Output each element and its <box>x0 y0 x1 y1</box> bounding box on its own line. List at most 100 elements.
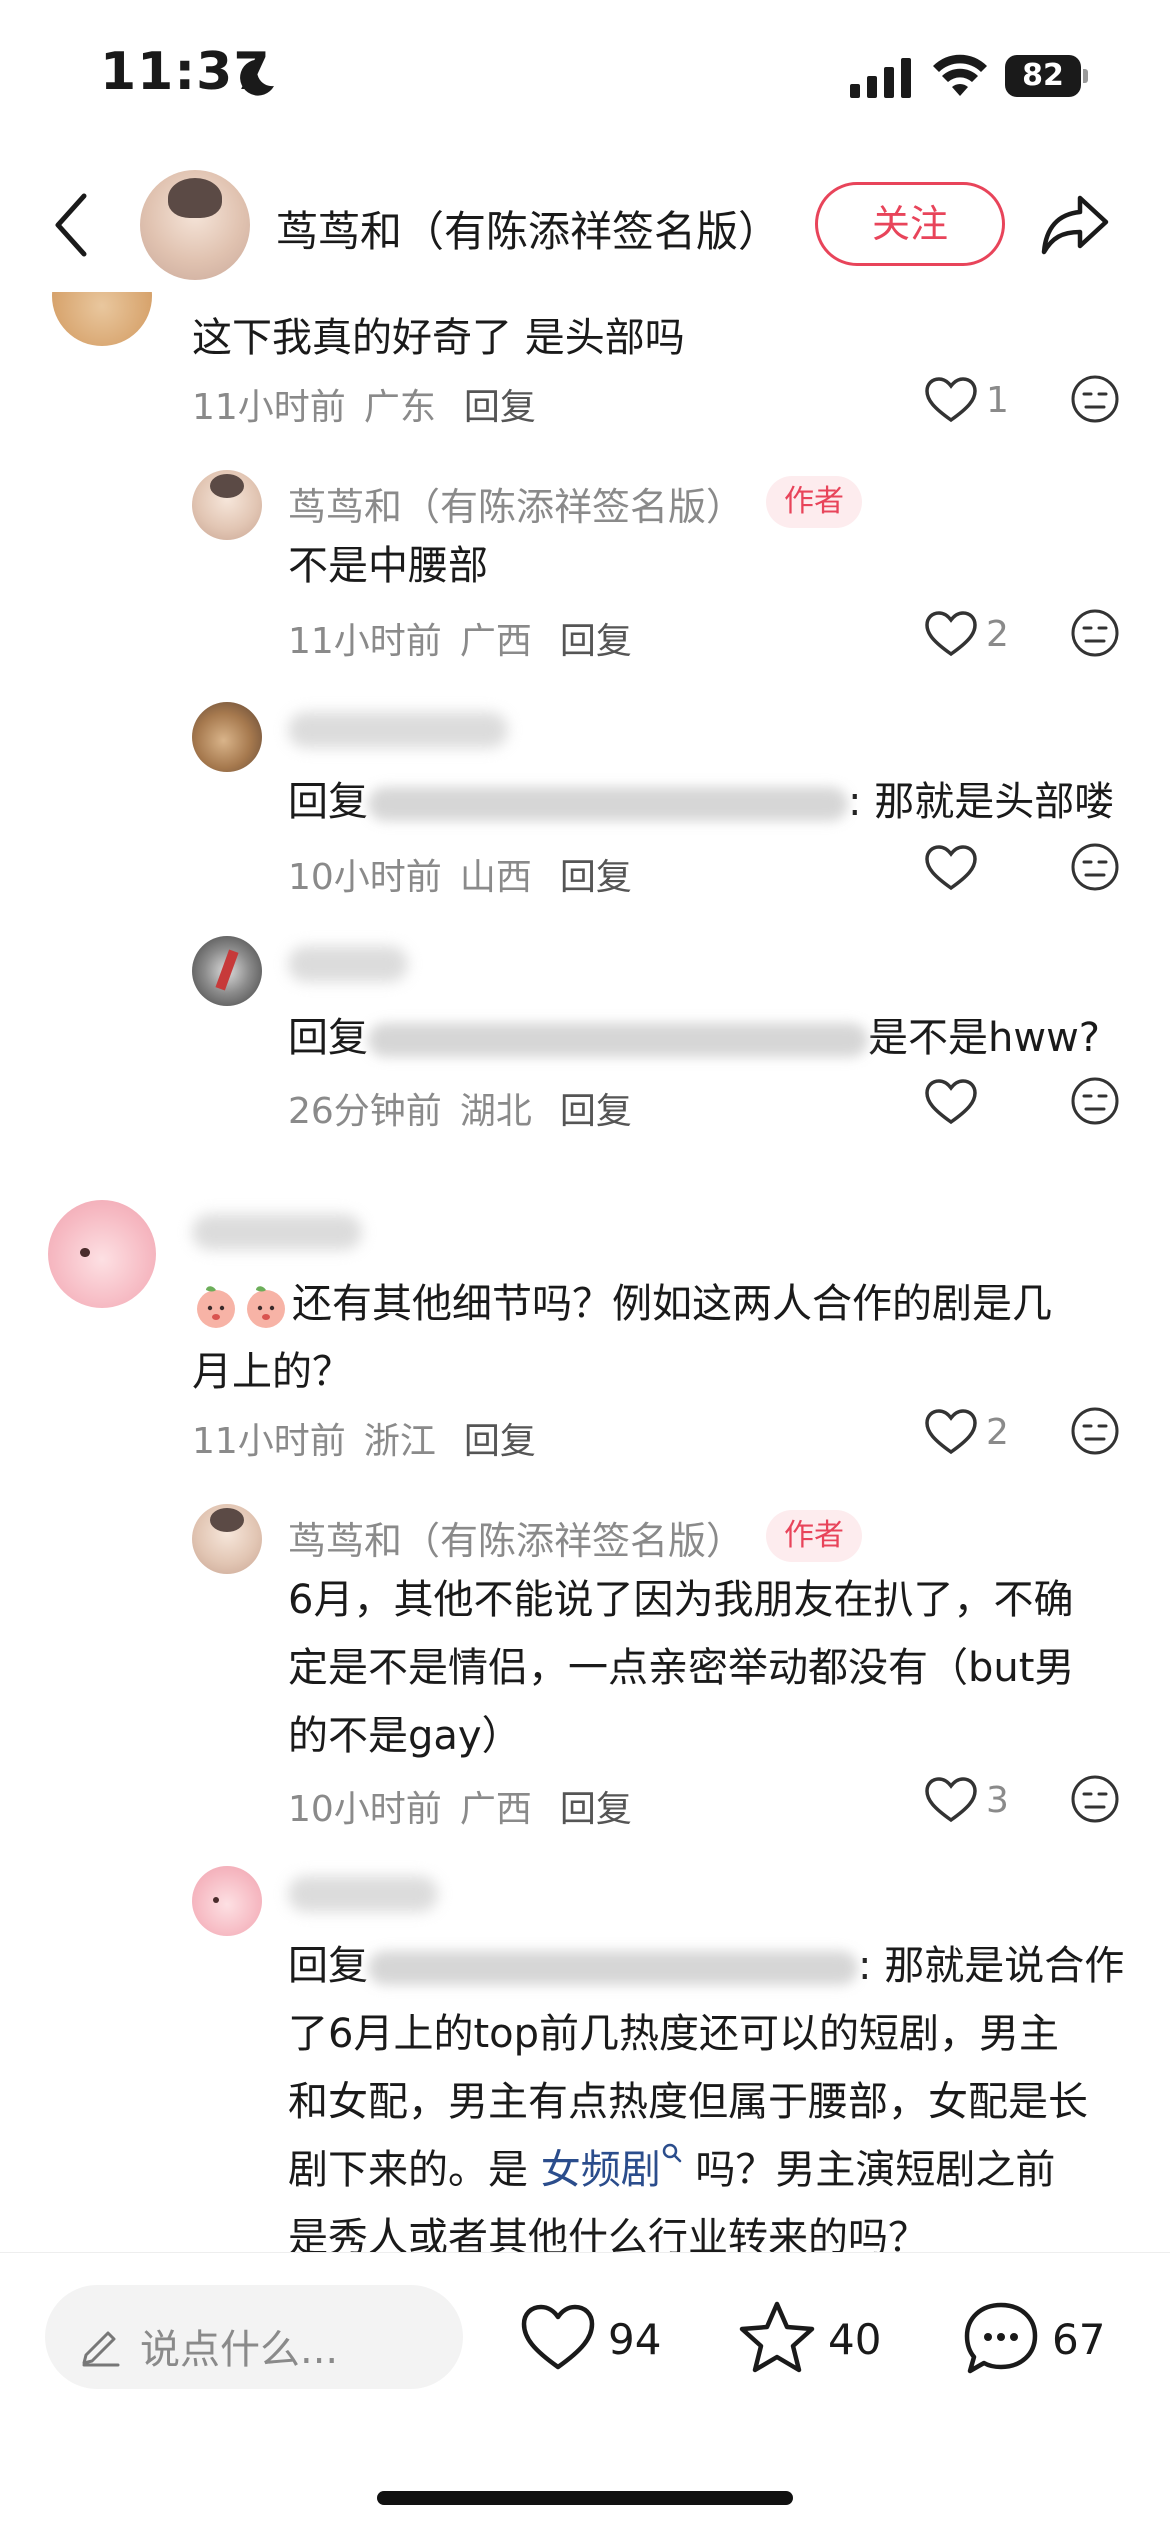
follow-button[interactable]: 关注 <box>815 182 1005 266</box>
topic-link[interactable]: 女频剧 <box>541 2143 683 2193</box>
comment-text: 这下我真的好奇了 是头部吗 <box>192 315 685 361</box>
reply-button[interactable]: 回复 <box>464 387 536 428</box>
replier-avatar[interactable] <box>192 470 262 540</box>
reply-meta: 10小时前 山西 回复 <box>288 848 632 900</box>
author-name[interactable]: 茑茑和（有陈添祥签名版） <box>276 198 780 259</box>
star-icon[interactable] <box>738 2299 816 2375</box>
author-badge: 作者 <box>766 476 862 528</box>
comment-time: 11小时前 <box>192 1421 346 1462</box>
commenter-avatar[interactable] <box>48 1200 156 1308</box>
header: 茑茑和（有陈添祥签名版） 关注 <box>0 160 1170 292</box>
blurred-nickname[interactable] <box>192 1214 362 1250</box>
reply-time: 26分钟前 <box>288 1091 442 1132</box>
post-favorite-count: 40 <box>828 2315 882 2364</box>
post-like-count: 94 <box>608 2315 662 2364</box>
like-count: 2 <box>986 614 1009 655</box>
comment-location: 浙江 <box>363 1421 436 1462</box>
reply-button[interactable]: 回复 <box>464 1421 536 1462</box>
reply-prefix: 回复 <box>288 1943 368 1989</box>
reply-location: 湖北 <box>459 1091 532 1132</box>
neutral-face-icon[interactable] <box>1070 608 1120 658</box>
reply-body-line: 是秀人或者其他什么行业转来的吗？ <box>288 2215 928 2252</box>
reply-prefix: 回复 <box>288 779 368 825</box>
reply-prefix: 回复 <box>288 1015 368 1061</box>
replier-avatar[interactable] <box>192 1504 262 1574</box>
moon-icon <box>240 59 274 96</box>
comment-meta: 11小时前 广东 回复 <box>192 378 536 430</box>
home-indicator[interactable] <box>377 2491 793 2505</box>
status-bar: 11:37 82 <box>0 0 1170 150</box>
reply-text: 回复 : 那就是说合作 <box>288 1932 1124 2000</box>
heart-icon[interactable] <box>520 2303 596 2373</box>
neutral-face-icon[interactable] <box>1070 1774 1120 1824</box>
heart-icon[interactable] <box>924 610 978 658</box>
neutral-face-icon[interactable] <box>1070 842 1120 892</box>
reply-body-segment: 吗？男主演短剧之前 <box>682 2147 1056 2193</box>
comment-body-line: 还有其他细节吗？例如这两人合作的剧是几 <box>292 1281 1052 1327</box>
reply-location: 广西 <box>459 621 532 662</box>
blurred-mention[interactable] <box>368 1951 858 1985</box>
reply-body: 是不是hww? <box>868 1015 1101 1061</box>
topic-link-label[interactable]: 女频剧 <box>541 2147 661 2193</box>
input-placeholder[interactable]: 说点什么... <box>140 2317 338 2375</box>
heart-icon[interactable] <box>924 1776 978 1824</box>
like-count: 1 <box>986 380 1009 421</box>
reply-body-line: 定是不是情侣，一点亲密举动都没有（but男 <box>288 1645 1075 1691</box>
comment-time: 11小时前 <box>192 387 346 428</box>
signal-icon <box>850 58 911 98</box>
reply-text: 回复 是不是hww? <box>288 1004 1100 1072</box>
reply-author-name[interactable]: 茑茑和（有陈添祥签名版） <box>288 1510 744 1565</box>
commenter-avatar[interactable] <box>52 292 152 346</box>
reply-button[interactable]: 回复 <box>560 621 632 662</box>
reply-button[interactable]: 回复 <box>560 1789 632 1830</box>
peach-emoji-icon <box>197 1286 235 1328</box>
blurred-nickname[interactable] <box>288 1876 438 1912</box>
reply-author-name[interactable]: 茑茑和（有陈添祥签名版） <box>288 476 744 531</box>
reply-body-line: 和女配，男主有点热度但属于腰部，女配是长 <box>288 2079 1088 2125</box>
like-count: 2 <box>986 1412 1009 1453</box>
replier-avatar[interactable] <box>192 1866 262 1936</box>
battery-indicator: 82 <box>1005 55 1088 97</box>
back-icon[interactable] <box>48 190 96 260</box>
heart-icon[interactable] <box>924 376 978 424</box>
comment-list: 这下我真的好奇了 是头部吗 11小时前 广东 回复 1 茑茑和（有陈添祥签名版） 作… <box>0 292 1170 2252</box>
blurred-mention[interactable] <box>368 1023 868 1057</box>
comment-bubble-icon[interactable] <box>962 2299 1040 2377</box>
comment-location: 广东 <box>363 387 436 428</box>
reply-meta: 11小时前 广西 回复 <box>288 612 632 664</box>
blurred-nickname[interactable] <box>288 712 508 748</box>
reply-meta: 10小时前 广西 回复 <box>288 1780 632 1832</box>
replier-avatar[interactable] <box>192 936 262 1006</box>
battery-tip <box>1083 69 1088 83</box>
reply-body: : 那就是说合作 <box>858 1943 1125 1989</box>
heart-icon[interactable] <box>924 1408 978 1456</box>
reply-meta: 26分钟前 湖北 回复 <box>288 1082 632 1134</box>
like-count: 3 <box>986 1780 1009 1821</box>
heart-icon[interactable] <box>924 1078 978 1126</box>
reply-body: : 那就是头部喽 <box>848 779 1115 825</box>
comment-meta: 11小时前 浙江 回复 <box>192 1412 536 1464</box>
reply-body-line: 了6月上的top前几热度还可以的短剧，男主 <box>288 2011 1059 2057</box>
bottom-action-bar: 说点什么... 94 40 67 <box>0 2252 1170 2532</box>
share-icon[interactable] <box>1040 190 1112 260</box>
author-badge: 作者 <box>766 1510 862 1562</box>
neutral-face-icon[interactable] <box>1070 374 1120 424</box>
reply-body-line: 6月，其他不能说了因为我朋友在扒了，不确 <box>288 1577 1074 1623</box>
reply-button[interactable]: 回复 <box>560 1091 632 1132</box>
blurred-nickname[interactable] <box>288 946 408 982</box>
heart-icon[interactable] <box>924 844 978 892</box>
reply-body-line: 剧下来的。是 女频剧 吗？男主演短剧之前 <box>288 2136 1055 2204</box>
reply-location: 广西 <box>459 1789 532 1830</box>
post-comment-count: 67 <box>1052 2315 1106 2364</box>
blurred-mention[interactable] <box>368 787 848 821</box>
replier-avatar[interactable] <box>192 702 262 772</box>
neutral-face-icon[interactable] <box>1070 1406 1120 1456</box>
comment-body-line: 月上的？ <box>192 1349 352 1395</box>
reply-body-segment: 剧下来的。是 <box>288 2147 541 2193</box>
peach-emoji-icon <box>247 1286 285 1328</box>
author-avatar[interactable] <box>140 170 250 280</box>
reply-time: 10小时前 <box>288 857 442 898</box>
reply-text: 回复 : 那就是头部喽 <box>288 768 1114 836</box>
reply-button[interactable]: 回复 <box>560 857 632 898</box>
neutral-face-icon[interactable] <box>1070 1076 1120 1126</box>
